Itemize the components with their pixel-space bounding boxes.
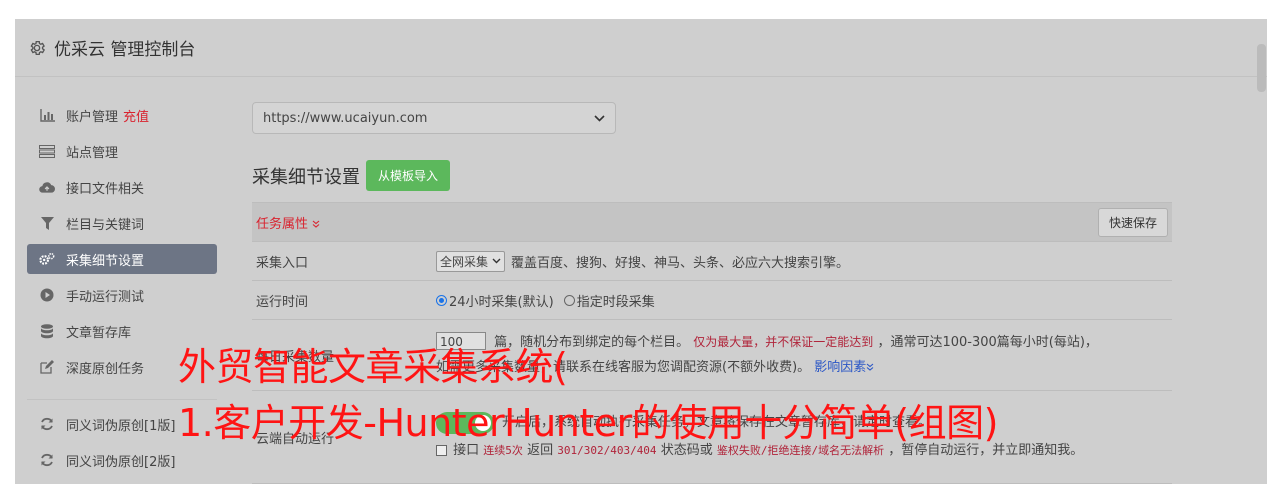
sidebar-item-sites[interactable]: 站点管理 — [27, 133, 217, 169]
auto-run-toggle[interactable] — [436, 412, 494, 434]
table-row: 每日采集数量 100 篇，随机分布到绑定的每个栏目。 仅为最大量，并不保证一定能… — [252, 320, 1172, 391]
count-text-1: 篇，随机分布到绑定的每个栏目。 — [494, 335, 690, 350]
section-header: 采集细节设置 从模板导入 — [252, 160, 1172, 191]
bar-chart-icon — [39, 107, 55, 123]
sidebar-item-synonym-v1[interactable]: 同义词伪原创[1版] — [27, 406, 217, 442]
app-window: 优采云 管理控制台 账户管理 充值 站点管理 接口文件相关 栏目与关键词 采集细… — [15, 19, 1267, 484]
text-3: ，暂停自动运行，并立即通知我。 — [888, 443, 1084, 458]
page-title: 优采云 管理控制台 — [54, 40, 196, 60]
refresh-icon — [39, 452, 55, 468]
radio-schedule-label: 指定时段采集 — [576, 294, 655, 310]
chevron-down-icon — [594, 111, 605, 126]
sidebar-item-label: 同义词伪原创[1版] — [66, 418, 176, 434]
sidebar-item-collect-settings[interactable]: 采集细节设置 — [27, 244, 217, 274]
scrollbar[interactable] — [1257, 44, 1266, 92]
row-label: 云端自动运行 — [256, 431, 335, 447]
gear-icon — [28, 39, 46, 57]
double-chevron-down-icon — [866, 363, 874, 371]
table-row: 采集入口 全网采集 覆盖百度、搜狗、好搜、神马、头条、必应六大搜索引擎。 — [252, 242, 1172, 281]
sidebar-item-columns[interactable]: 栏目与关键词 — [27, 205, 217, 241]
double-chevron-down-icon — [312, 217, 320, 232]
sidebar-item-label: 文章暂存库 — [66, 325, 132, 341]
influence-factors-label: 影响因素 — [814, 360, 867, 375]
server-icon — [39, 143, 55, 159]
recharge-link[interactable]: 充值 — [123, 106, 149, 125]
sidebar-item-synonym-v2[interactable]: 同义词伪原创[2版] — [27, 442, 217, 478]
count-text-2: ，通常可达100-300篇每小时(每站)， — [877, 335, 1098, 350]
entry-desc: 覆盖百度、搜狗、好搜、神马、头条、必应六大搜索引擎。 — [511, 255, 850, 271]
row-value: 全网采集 覆盖百度、搜狗、好搜、神马、头条、必应六大搜索引擎。 — [436, 242, 1172, 280]
row-value: 100 篇，随机分布到绑定的每个栏目。 仅为最大量，并不保证一定能达到 ，通常可… — [436, 320, 1172, 390]
sidebar-item-account[interactable]: 账户管理 充值 — [27, 97, 217, 133]
top-header: 优采云 管理控制台 — [15, 19, 1267, 77]
sidebar-item-deep-original[interactable]: 深度原创任务 — [27, 349, 217, 385]
sidebar-item-label: 栏目与关键词 — [66, 217, 145, 233]
chevron-down-icon — [492, 258, 501, 264]
red-text-1: 连续5次 — [483, 444, 523, 457]
radio-schedule[interactable] — [563, 294, 575, 306]
row-value: 开启后，系统自动执行采集任务，文章将保存在文章暂存库，请定时查看。 接口 连续5… — [436, 391, 1172, 483]
count-line-2: 如需更多采集数量，请联系在线客服为您调配资源(不额外收费)。 — [436, 360, 811, 375]
section-title: 采集细节设置 — [252, 166, 360, 188]
sidebar-item-label: 站点管理 — [66, 145, 119, 161]
text-1: 返回 — [527, 443, 554, 458]
quick-save-button[interactable]: 快速保存 — [1097, 207, 1168, 237]
radio-24h-label: 24小时采集(默认) — [449, 294, 554, 310]
check-label: 接口 — [453, 443, 480, 458]
import-template-button[interactable]: 从模板导入 — [366, 160, 451, 191]
table-row: 云端自动运行 开启后，系统自动执行采集任务，文章将保存在文章暂存库，请定时查看。… — [252, 391, 1172, 484]
sidebar-item-label: 同义词伪原创[2版] — [66, 454, 176, 470]
sidebar: 账户管理 充值 站点管理 接口文件相关 栏目与关键词 采集细节设置 手动运行测试… — [27, 97, 217, 478]
count-highlight: 仅为最大量，并不保证一定能达到 — [693, 335, 874, 349]
red-text-2: 鉴权失败/拒绝连接/域名无法解析 — [716, 444, 885, 457]
status-codes: 301/302/403/404 — [557, 444, 657, 457]
sidebar-item-label: 账户管理 — [66, 109, 119, 125]
cloud-upload-icon — [39, 179, 55, 195]
row-label: 采集入口 — [256, 255, 309, 271]
row-label: 运行时间 — [256, 294, 309, 310]
sidebar-divider — [27, 399, 217, 400]
entry-select[interactable]: 全网采集 — [436, 250, 506, 272]
auto-run-desc: 开启后，系统自动执行采集任务，文章将保存在文章暂存库，请定时查看。 — [502, 415, 932, 430]
edit-icon — [39, 359, 55, 375]
site-select[interactable]: https://www.ucaiyun.com — [252, 102, 616, 134]
filter-icon — [39, 215, 55, 231]
gears-icon — [39, 251, 55, 267]
daily-count-input[interactable]: 100 — [436, 332, 486, 350]
sidebar-item-article-store[interactable]: 文章暂存库 — [27, 313, 217, 349]
settings-table: 任务属性 快速保存 采集入口 全网采集 覆盖百度、搜狗、好搜、神马、头条、必应六… — [252, 202, 1172, 484]
database-icon — [39, 323, 55, 339]
row-value: 24小时采集(默认) 指定时段采集 — [436, 281, 1172, 319]
refresh-icon — [39, 416, 55, 432]
main-content: https://www.ucaiyun.com 采集细节设置 从模板导入 任务属… — [252, 102, 1172, 484]
sidebar-item-manual-run[interactable]: 手动运行测试 — [27, 277, 217, 313]
sidebar-item-label: 手动运行测试 — [66, 289, 145, 305]
sidebar-item-label: 接口文件相关 — [66, 181, 145, 197]
site-select-value: https://www.ucaiyun.com — [263, 110, 428, 126]
sidebar-item-label: 深度原创任务 — [66, 361, 145, 377]
influence-factors-link[interactable]: 影响因素 — [814, 360, 874, 375]
sidebar-item-label: 采集细节设置 — [66, 253, 145, 269]
table-row: 运行时间 24小时采集(默认) 指定时段采集 — [252, 281, 1172, 320]
entry-select-value: 全网采集 — [440, 254, 489, 269]
radio-24h[interactable] — [436, 294, 447, 306]
task-attr-label: 任务属性 — [256, 216, 309, 232]
play-icon — [39, 287, 55, 303]
text-2: 状态码或 — [660, 443, 713, 458]
notify-checkbox[interactable] — [436, 445, 447, 456]
task-attr-toggle[interactable]: 任务属性 — [256, 213, 320, 232]
table-header: 任务属性 快速保存 — [252, 203, 1172, 242]
row-label: 每日采集数量 — [256, 349, 335, 365]
sidebar-item-interface[interactable]: 接口文件相关 — [27, 169, 217, 205]
